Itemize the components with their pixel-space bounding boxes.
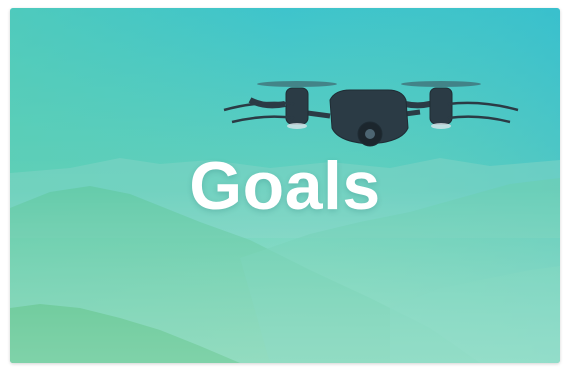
page-title: Goals <box>189 148 381 224</box>
goals-card[interactable]: Goals <box>10 8 560 363</box>
